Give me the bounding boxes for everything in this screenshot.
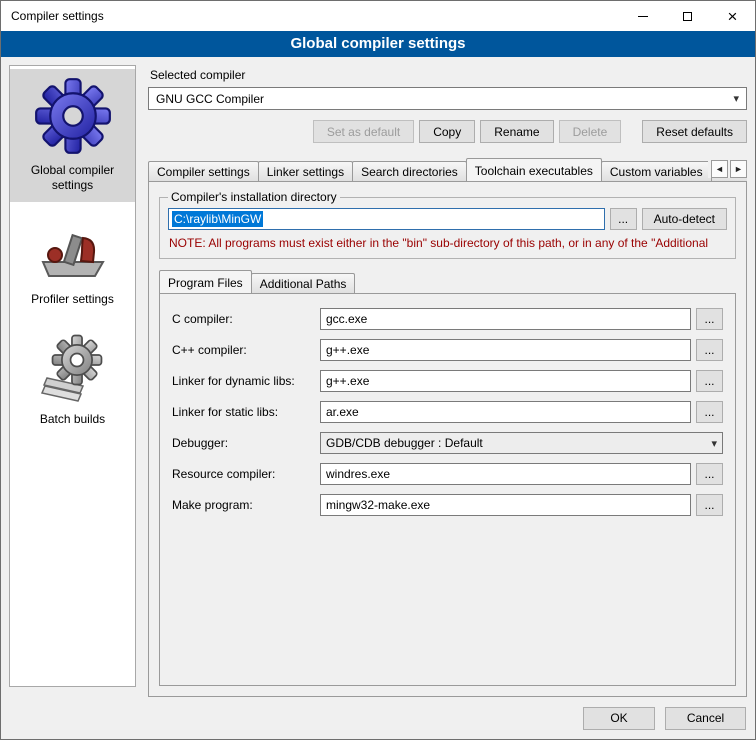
dialog-content: Global compiler settings Profiler settin… <box>1 57 755 697</box>
tab-scroll-right-button[interactable]: ► <box>730 160 747 178</box>
tab-program-files[interactable]: Program Files <box>159 270 252 293</box>
resource-compiler-input[interactable]: windres.exe <box>320 463 691 485</box>
tab-search-directories[interactable]: Search directories <box>352 161 467 181</box>
reset-defaults-button[interactable]: Reset defaults <box>642 120 747 143</box>
c-compiler-input[interactable]: gcc.exe <box>320 308 691 330</box>
c-compiler-label: C compiler: <box>172 312 320 326</box>
tab-scroll-arrows: ◄ ► <box>708 160 747 178</box>
tab-scroll-left-button[interactable]: ◄ <box>711 160 728 178</box>
c-compiler-browse-button[interactable]: ... <box>696 308 723 330</box>
installation-directory-title: Compiler's installation directory <box>168 190 340 204</box>
sidebar-item-label: Batch builds <box>12 412 133 427</box>
compiler-settings-window: Compiler settings × Global compiler sett… <box>0 0 756 740</box>
tab-custom-variables[interactable]: Custom variables <box>601 161 712 181</box>
dialog-footer: OK Cancel <box>1 697 755 739</box>
make-program-label: Make program: <box>172 498 320 512</box>
static-linker-row: Linker for static libs: ar.exe ... <box>172 401 723 423</box>
maximize-icon <box>683 12 692 21</box>
sidebar-item-label: Global compiler settings <box>12 163 133 193</box>
ok-button[interactable]: OK <box>583 707 655 730</box>
make-program-browse-button[interactable]: ... <box>696 494 723 516</box>
minimize-button[interactable] <box>620 1 665 31</box>
cpp-compiler-browse-button[interactable]: ... <box>696 339 723 361</box>
tab-additional-paths[interactable]: Additional Paths <box>251 273 356 293</box>
profiler-plane-icon <box>12 218 133 284</box>
page-title: Global compiler settings <box>1 31 755 57</box>
set-as-default-button[interactable]: Set as default <box>313 120 414 143</box>
installation-directory-row: C:\raylib\MinGW ... Auto-detect <box>168 208 727 230</box>
static-linker-label: Linker for static libs: <box>172 405 320 419</box>
dynamic-linker-label: Linker for dynamic libs: <box>172 374 320 388</box>
minimize-icon <box>638 16 648 17</box>
maximize-button[interactable] <box>665 1 710 31</box>
selected-compiler-value: GNU GCC Compiler <box>156 92 264 106</box>
static-linker-input[interactable]: ar.exe <box>320 401 691 423</box>
settings-tabstrip: Compiler settings Linker settings Search… <box>148 156 747 181</box>
main-panel: Selected compiler GNU GCC Compiler ▾ Set… <box>148 65 747 697</box>
c-compiler-row: C compiler: gcc.exe ... <box>172 308 723 330</box>
installation-directory-value: C:\raylib\MinGW <box>172 211 263 227</box>
resource-compiler-row: Resource compiler: windres.exe ... <box>172 463 723 485</box>
tab-linker-settings[interactable]: Linker settings <box>258 161 353 181</box>
close-icon: × <box>728 8 738 25</box>
rename-button[interactable]: Rename <box>480 120 553 143</box>
make-program-row: Make program: mingw32-make.exe ... <box>172 494 723 516</box>
selected-compiler-label: Selected compiler <box>150 68 747 82</box>
sidebar: Global compiler settings Profiler settin… <box>9 65 136 687</box>
cpp-compiler-row: C++ compiler: g++.exe ... <box>172 339 723 361</box>
note-text: NOTE: All programs must exist either in … <box>169 236 726 250</box>
resource-compiler-browse-button[interactable]: ... <box>696 463 723 485</box>
debugger-value: GDB/CDB debugger : Default <box>326 436 483 450</box>
selected-compiler-dropdown[interactable]: GNU GCC Compiler ▾ <box>148 87 747 110</box>
make-program-input[interactable]: mingw32-make.exe <box>320 494 691 516</box>
sidebar-item-label: Profiler settings <box>12 292 133 307</box>
installation-directory-groupbox: Compiler's installation directory C:\ray… <box>159 190 736 259</box>
compiler-buttons-row: Set as default Copy Rename Delete Reset … <box>148 120 747 143</box>
debugger-dropdown[interactable]: GDB/CDB debugger : Default ▾ <box>320 432 723 454</box>
titlebar: Compiler settings × <box>1 1 755 31</box>
cpp-compiler-input[interactable]: g++.exe <box>320 339 691 361</box>
resource-compiler-label: Resource compiler: <box>172 467 320 481</box>
auto-detect-button[interactable]: Auto-detect <box>642 208 727 230</box>
close-button[interactable]: × <box>710 1 755 31</box>
programs-tabstrip: Program Files Additional Paths <box>159 268 736 293</box>
window-title: Compiler settings <box>1 1 620 31</box>
sidebar-item-batch-builds[interactable]: Batch builds <box>10 324 135 436</box>
toolchain-executables-panel: Compiler's installation directory C:\ray… <box>148 181 747 697</box>
chevron-down-icon: ▾ <box>711 437 717 450</box>
tab-toolchain-executables[interactable]: Toolchain executables <box>466 158 602 181</box>
cancel-button[interactable]: Cancel <box>665 707 746 730</box>
debugger-row: Debugger: GDB/CDB debugger : Default ▾ <box>172 432 723 454</box>
static-linker-browse-button[interactable]: ... <box>696 401 723 423</box>
delete-button[interactable]: Delete <box>559 120 622 143</box>
browse-installation-directory-button[interactable]: ... <box>610 208 637 230</box>
gear-icon <box>12 77 133 155</box>
copy-button[interactable]: Copy <box>419 120 475 143</box>
cpp-compiler-label: C++ compiler: <box>172 343 320 357</box>
batch-builds-icon <box>12 332 133 404</box>
debugger-label: Debugger: <box>172 436 320 450</box>
dynamic-linker-browse-button[interactable]: ... <box>696 370 723 392</box>
sidebar-item-profiler-settings[interactable]: Profiler settings <box>10 210 135 316</box>
dynamic-linker-input[interactable]: g++.exe <box>320 370 691 392</box>
tab-compiler-settings[interactable]: Compiler settings <box>148 161 259 181</box>
installation-directory-input[interactable]: C:\raylib\MinGW <box>168 208 605 230</box>
sidebar-item-global-compiler-settings[interactable]: Global compiler settings <box>10 69 135 202</box>
dynamic-linker-row: Linker for dynamic libs: g++.exe ... <box>172 370 723 392</box>
program-files-panel: C compiler: gcc.exe ... C++ compiler: g+… <box>159 293 736 686</box>
chevron-down-icon: ▾ <box>733 92 739 105</box>
